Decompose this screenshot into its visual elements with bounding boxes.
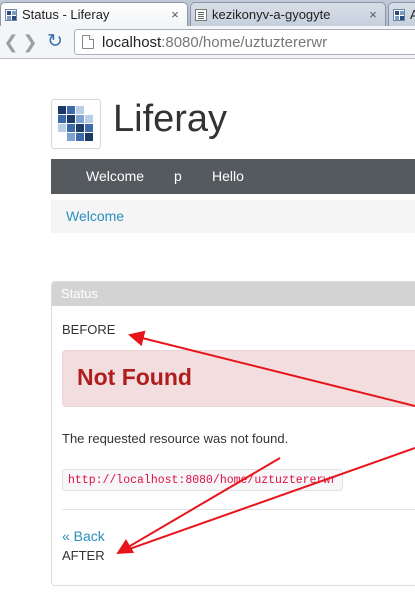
liferay-logo-icon <box>58 106 95 143</box>
browser-tab-strip: Status - Liferay × kezikonyv-a-gyogyte ×… <box>0 0 415 26</box>
logo-square <box>67 124 75 132</box>
back-link[interactable]: « Back <box>62 528 105 544</box>
error-heading: Not Found <box>77 364 192 390</box>
logo-square <box>85 115 93 123</box>
portlet-title: Status <box>61 286 98 301</box>
tab-third[interactable]: A <box>388 2 415 26</box>
liferay-favicon-icon <box>5 8 17 21</box>
logo-square <box>67 115 75 123</box>
tab-title: A <box>410 7 415 22</box>
page-icon <box>82 35 94 49</box>
tab-status-liferay[interactable]: Status - Liferay × <box>0 2 188 26</box>
after-label: AFTER <box>62 548 105 563</box>
logo-square <box>76 115 84 123</box>
site-logo[interactable] <box>51 99 101 149</box>
divider <box>62 509 415 510</box>
tab-kezikonyv[interactable]: kezikonyv-a-gyogyte × <box>190 2 386 26</box>
forward-arrow-icon[interactable]: ❯ <box>19 31 41 53</box>
url-text[interactable]: localhost:8080/home/uztuztererwr <box>102 34 327 51</box>
logo-square <box>85 133 93 141</box>
logo-square <box>76 133 84 141</box>
liferay-favicon-icon <box>393 8 405 21</box>
main-navigation: Welcome p Hello <box>51 159 415 194</box>
logo-square <box>58 106 66 114</box>
reload-icon[interactable]: ↻ <box>44 31 66 53</box>
site-name[interactable]: Liferay <box>113 98 227 141</box>
nav-item-hello[interactable]: Hello <box>212 159 244 194</box>
logo-square <box>67 106 75 114</box>
logo-square <box>76 106 84 114</box>
logo-square <box>85 124 93 132</box>
requested-url-code: http://localhost:8080/home/uztuztererwr <box>62 469 344 491</box>
document-favicon-icon <box>195 8 207 21</box>
before-label: BEFORE <box>62 322 116 337</box>
error-message: The requested resource was not found. <box>62 431 289 446</box>
address-bar[interactable]: localhost:8080/home/uztuztererwr <box>74 29 415 55</box>
logo-square <box>58 115 66 123</box>
tab-title: Status - Liferay <box>22 7 110 22</box>
error-alert: Not Found <box>62 350 415 407</box>
breadcrumb-item-welcome[interactable]: Welcome <box>66 208 124 224</box>
nav-item-p[interactable]: p <box>174 159 182 194</box>
logo-square <box>67 133 75 141</box>
logo-square <box>58 124 66 132</box>
browser-toolbar: ❮ ❯ ↻ localhost:8080/home/uztuztererwr <box>0 26 415 59</box>
portlet-title-bar: Status <box>52 282 415 306</box>
tab-title: kezikonyv-a-gyogyte <box>212 7 331 22</box>
logo-square <box>76 124 84 132</box>
breadcrumb: Welcome <box>51 200 415 233</box>
close-icon[interactable]: × <box>367 7 379 22</box>
nav-item-welcome[interactable]: Welcome <box>86 159 144 194</box>
close-icon[interactable]: × <box>169 7 181 22</box>
